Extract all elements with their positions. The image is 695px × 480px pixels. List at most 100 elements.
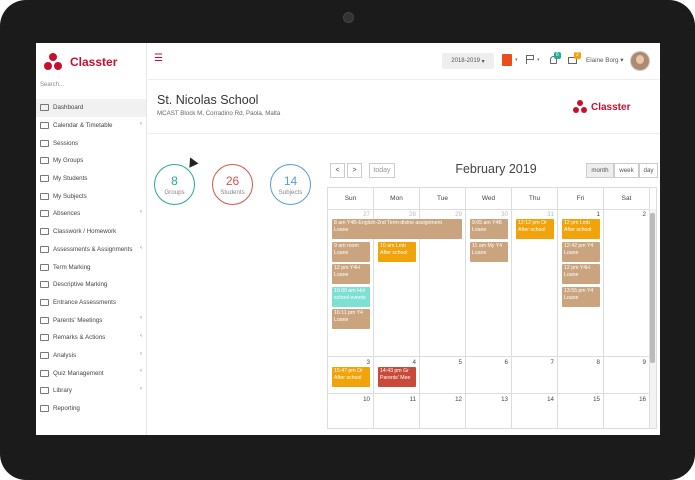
avatar[interactable] [630,51,650,71]
sidebar-item-label: Entrance Assessments [53,298,116,306]
event-title: 14:43 pm Gr [380,368,409,374]
calendar-day[interactable]: 11 [374,394,420,428]
app-logo[interactable]: Classter [44,51,117,73]
office-icon[interactable] [502,54,512,66]
sidebar-item-remarks-actions[interactable]: Remarks & Actions ‹ [36,329,146,347]
sidebar-item-library[interactable]: Library ‹ [36,382,146,400]
calendar-event[interactable]: 12 pm Y4H Loane [562,264,600,284]
user-menu[interactable]: Elaine Borg ▾ [586,57,623,64]
screen: Classter Search... Dashboard Calendar & T… [36,43,660,435]
calendar-event[interactable]: 16:11 pm Y4 Loane [332,309,370,329]
stat-groups[interactable]: 8 Groups [154,164,195,205]
calendar-event[interactable]: 14:43 pm Gr Parents' Mee [378,367,416,387]
event-subtitle: Loane [564,249,579,256]
sidebar-item-label: My Groups [53,157,84,165]
calendar-event[interactable]: 9 am room Loane [332,241,370,262]
messages-badge: 2 [574,52,581,59]
event-subtitle: After school [518,227,546,233]
sidebar-item-calendar-timetable[interactable]: Calendar & Timetable ‹ [36,117,146,135]
calendar-day[interactable]: 12 [420,394,466,428]
sidebar-item-entrance-assessments[interactable]: Entrance Assessments [36,294,146,312]
calendar-day[interactable]: 2 [604,209,650,356]
school-address: MCAST Block M, Corradino Rd, Paola, Malt… [157,110,281,117]
chevron-left-icon: ‹ [140,244,142,251]
calendar-day[interactable]: 15 [558,394,604,428]
menu-item-icon [40,157,49,165]
event-subtitle: After school [564,227,592,233]
today-button[interactable]: today [369,163,395,178]
calendar-event[interactable]: 15:47 pm Or After school [332,367,370,387]
calendar-event[interactable]: 11 am My Y4 Loane [470,241,508,262]
sidebar-item-my-groups[interactable]: My Groups [36,152,146,170]
calendar-day[interactable]: 6 [466,357,512,393]
calendar-event[interactable]: 8 am Y4B-English-2nd Term-divine assignm… [332,219,462,239]
calendar-event[interactable]: 12:12 pm Or After school [516,219,554,239]
calendar-event[interactable]: 12 pm Y4H Loane [332,264,370,284]
chevron-left-icon: ‹ [140,350,142,357]
menu-item-icon [40,369,49,377]
calendar-event[interactable]: 12 pm Lmb After school [562,219,600,239]
event-subtitle: After school [334,375,362,381]
view-week-button[interactable]: week [614,163,639,178]
weekday-label: Sat [604,188,650,209]
calendar-day[interactable]: 5 [420,357,466,393]
day-number: 7 [550,359,554,366]
sidebar-item-absences[interactable]: Absences ‹ [36,205,146,223]
weekday-header: Sun Mon Tue Wed Thu Fri Sat [328,188,650,210]
sidebar-item-analysis[interactable]: Analysis ‹ [36,347,146,365]
next-month-button[interactable]: > [347,163,362,178]
day-number: 11 [409,396,416,403]
sidebar-item-label: Absences [53,210,81,218]
event-subtitle: Parents' Mee [380,375,411,381]
calendar-day[interactable]: 8 [558,357,604,393]
sidebar-item-my-students[interactable]: My Students [36,170,146,188]
calendar-event[interactable]: 9:05 am Y4B Loane [470,219,508,239]
menu-item-icon [40,387,49,395]
view-month-button[interactable]: month [586,163,614,178]
calendar-event[interactable]: 13:55 pm Y4 Loane [562,286,600,307]
calendar-event[interactable]: 10:00 am Hol school events [332,286,370,307]
day-number: 30 [501,211,508,218]
flag-icon[interactable] [526,55,534,64]
calendar-day[interactable]: 10 [328,394,374,428]
sidebar-item-quiz-management[interactable]: Quiz Management ‹ [36,364,146,382]
sidebar-item-dashboard[interactable]: Dashboard [36,99,146,117]
search-input[interactable]: Search... [40,82,64,88]
event-title: 12 pm Y4H [334,265,360,271]
calendar-day[interactable]: 13 [466,394,512,428]
menu-toggle-icon[interactable]: ☰ [154,53,163,64]
sidebar-item-descriptive-marking[interactable]: Descriptive Marking [36,276,146,294]
school-year-selector[interactable]: 2018-2019 ▾ [442,53,494,69]
sidebar-item-label: Descriptive Marking [53,281,108,289]
menu-item-icon [40,122,49,130]
sidebar-item-label: Sessions [53,139,79,147]
calendar-week: 10 11 12 13 14 15 16 [328,394,650,428]
calendar-event[interactable]: 10 am Lmb After school [378,241,416,262]
prev-month-button[interactable]: < [330,163,345,178]
event-subtitle: Loane [334,249,349,256]
calendar-day[interactable]: 14 [512,394,558,428]
sidebar-item-classwork-homework[interactable]: Classwork / Homework [36,223,146,241]
stat-students[interactable]: 26 Students [212,164,253,205]
sidebar-item-label: My Subjects [53,192,87,200]
event-title: 11 am My Y4 [472,242,503,249]
calendar-day[interactable]: 7 [512,357,558,393]
calendar-week: 3 4 5 6 7 8 9 [328,357,650,394]
sidebar-item-my-subjects[interactable]: My Subjects [36,187,146,205]
calendar-scrollbar[interactable] [649,209,656,428]
sidebar-item-parents-meetings[interactable]: Parents' Meetings ‹ [36,311,146,329]
sidebar-item-term-marking[interactable]: Term Marking [36,258,146,276]
sidebar-item-assessments-assignments[interactable]: Assessments & Assignments ‹ [36,241,146,259]
view-day-button[interactable]: day [639,163,658,178]
tablet-frame: Classter Search... Dashboard Calendar & T… [0,0,695,480]
sidebar-item-label: Reporting [53,405,80,413]
menu-item-icon [40,175,49,183]
day-number: 6 [504,359,508,366]
calendar-day[interactable]: 16 [604,394,650,428]
calendar-event[interactable]: 12:42 pm Y4 Loane [562,241,600,262]
day-number: 29 [455,211,462,218]
calendar-day[interactable]: 9 [604,357,650,393]
sidebar-item-reporting[interactable]: Reporting [36,400,146,418]
stat-subjects[interactable]: 14 Subjects [270,164,311,205]
sidebar-item-sessions[interactable]: Sessions [36,134,146,152]
